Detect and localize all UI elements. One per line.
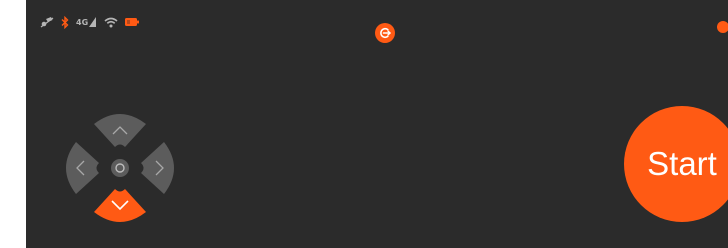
dpad-left-button[interactable] [66,142,99,194]
exit-button[interactable] [375,23,395,43]
network-label: 4G [76,18,89,27]
dpad-up-button[interactable] [94,114,146,147]
signal-4g-icon: 4G [76,17,97,27]
record-indicator [717,21,728,33]
game-controller-screen: 4G Start [26,0,728,248]
directional-pad [62,110,178,226]
exit-icon [380,27,391,39]
no-location-icon [40,16,54,28]
wifi-icon [104,17,118,28]
status-bar: 4G [40,14,140,30]
dpad-center-button[interactable] [111,159,129,177]
dpad-down-button[interactable] [94,189,146,222]
bluetooth-icon [61,15,69,29]
start-button[interactable]: Start [624,106,728,222]
dpad-right-button[interactable] [141,142,174,194]
battery-icon [125,18,140,26]
